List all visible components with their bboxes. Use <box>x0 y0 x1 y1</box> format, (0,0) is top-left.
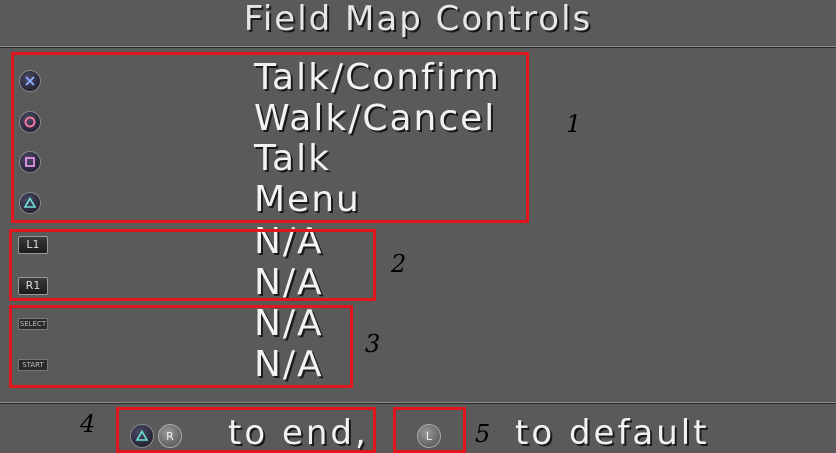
face-buttons-highlight <box>11 52 529 223</box>
annotation-1: 1 <box>566 110 582 138</box>
default-hint-text: to default <box>515 413 710 453</box>
system-buttons-highlight <box>9 305 353 388</box>
r-stick-icon: R <box>158 424 182 448</box>
shoulder-buttons-highlight <box>9 229 376 301</box>
l-stick-icon: L <box>417 424 441 448</box>
end-hint-text: to end, <box>228 413 369 453</box>
annotation-4: 4 <box>80 410 96 438</box>
annotation-3: 3 <box>365 330 381 358</box>
page-title: Field Map Controls <box>243 0 593 39</box>
annotation-5: 5 <box>475 420 491 448</box>
triangle-icon <box>130 424 154 448</box>
top-divider <box>0 46 836 48</box>
bottom-divider <box>0 402 836 404</box>
annotation-2: 2 <box>391 250 407 278</box>
